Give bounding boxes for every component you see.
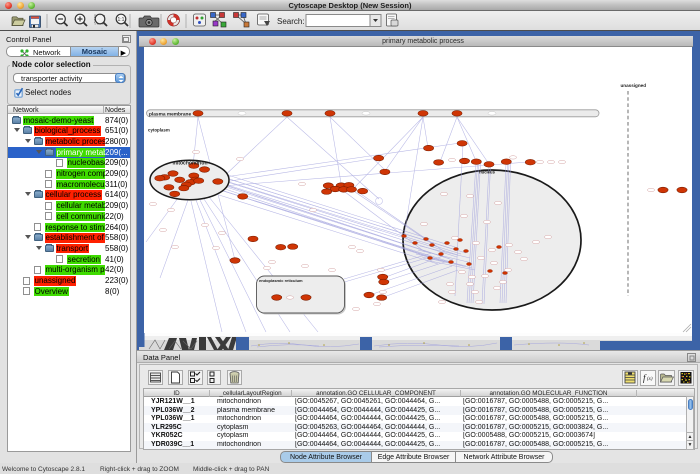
- svg-text:1:1: 1:1: [118, 17, 125, 23]
- svg-text:nucleus: nucleus: [479, 169, 495, 174]
- svg-text:plasma membrane: plasma membrane: [149, 112, 191, 118]
- svg-text:endoplasmic reticulum: endoplasmic reticulum: [259, 278, 303, 283]
- svg-text:mitochondrion: mitochondrion: [173, 161, 208, 167]
- svg-text:(x): (x): [647, 377, 653, 382]
- svg-text:unassigned: unassigned: [620, 83, 646, 88]
- svg-text:Search:: Search:: [277, 17, 305, 26]
- svg-text:cytoplasm: cytoplasm: [148, 128, 170, 133]
